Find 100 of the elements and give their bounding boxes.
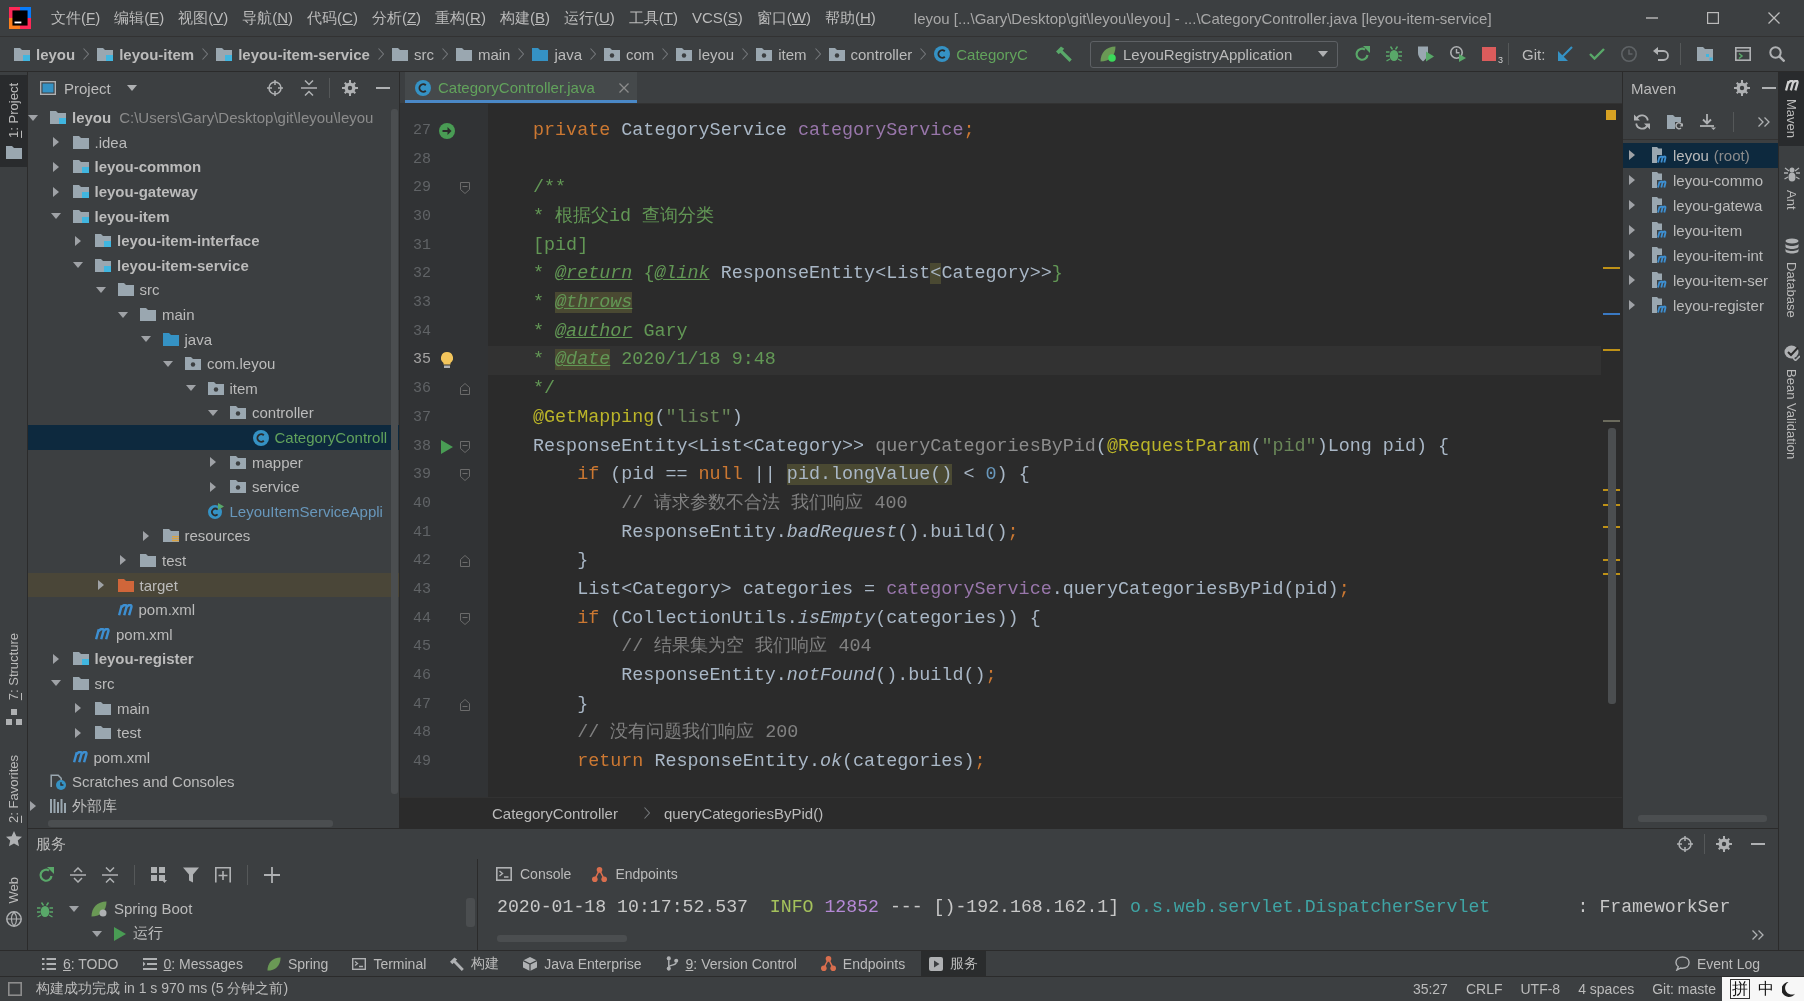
- tree-item[interactable]: com.leyou: [28, 351, 399, 377]
- menu-item[interactable]: VCS(S): [691, 8, 743, 28]
- menu-item[interactable]: 视图(V): [178, 8, 229, 28]
- search-icon[interactable]: [1769, 46, 1786, 62]
- tree-item[interactable]: java: [28, 326, 399, 352]
- breadcrumb[interactable]: CategoryC: [934, 45, 1028, 63]
- maximize-icon[interactable]: [1706, 12, 1719, 24]
- breadcrumb[interactable]: queryCategoriesByPid(): [663, 804, 824, 822]
- diagonal-arrow-icon[interactable]: [1557, 46, 1574, 62]
- tree-item[interactable]: resources: [28, 523, 399, 549]
- expand-arrow-icon[interactable]: [208, 409, 218, 416]
- tree-item[interactable]: leyou C:\Users\Gary\Desktop\git\leyou\leyou: [28, 105, 399, 131]
- expand-all-icon[interactable]: [70, 867, 86, 883]
- tree-item[interactable]: pom.xml: [28, 744, 399, 770]
- shield-run-icon[interactable]: [1418, 46, 1434, 62]
- breadcrumb[interactable]: leyou: [676, 45, 735, 63]
- tree-item[interactable]: item: [28, 376, 399, 401]
- tree-item[interactable]: leyou-item: [1623, 217, 1778, 243]
- breadcrumb[interactable]: main: [455, 45, 511, 63]
- rerun-icon[interactable]: [1354, 46, 1370, 62]
- tool-window-button[interactable]: Maven: [1779, 72, 1804, 147]
- expand-arrow-icon[interactable]: [28, 114, 38, 121]
- tool-window-button[interactable]: 2: Favorites: [0, 746, 27, 855]
- fold-marker-icon[interactable]: [460, 698, 470, 711]
- panel-title[interactable]: Project: [64, 79, 111, 97]
- crosshair-icon[interactable]: [267, 80, 283, 96]
- tree-item[interactable]: leyou-register: [1623, 292, 1778, 318]
- settings-icon[interactable]: [342, 80, 358, 96]
- expand-arrow-icon[interactable]: [118, 311, 128, 318]
- expand-arrow-icon[interactable]: [30, 801, 36, 812]
- tree-item[interactable]: .idea: [28, 130, 399, 155]
- tree-item[interactable]: leyou-item-interface: [28, 228, 399, 254]
- tool-window-button[interactable]: 7: Structure: [0, 625, 27, 733]
- expand-arrow-icon[interactable]: [75, 727, 81, 738]
- caret-icon[interactable]: [126, 85, 137, 91]
- tree-item[interactable]: 运行: [62, 921, 477, 946]
- tree-item[interactable]: Spring Boot: [62, 896, 477, 921]
- expand-arrow-icon[interactable]: [1629, 200, 1635, 210]
- app-logo-icon[interactable]: [9, 7, 31, 29]
- tree-item[interactable]: service: [28, 474, 399, 499]
- tree-item[interactable]: leyou-gatewa: [1623, 192, 1778, 218]
- terminal-icon[interactable]: [1735, 47, 1752, 61]
- undo-icon[interactable]: [1653, 47, 1670, 61]
- breadcrumb[interactable]: leyou: [14, 45, 76, 63]
- fold-marker-icon[interactable]: [460, 383, 470, 396]
- expand-arrow-icon[interactable]: [1629, 150, 1635, 160]
- expand-arrow-icon[interactable]: [1629, 275, 1635, 285]
- tree-item[interactable]: LeyouItemServiceAppli: [28, 499, 399, 524]
- breadcrumb[interactable]: item: [756, 45, 807, 63]
- settings-icon[interactable]: [1716, 836, 1732, 852]
- tool-window-button[interactable]: 构建: [442, 951, 508, 976]
- breadcrumb[interactable]: src: [391, 45, 434, 63]
- expand-arrow-icon[interactable]: [210, 457, 216, 468]
- settings-icon[interactable]: [1734, 80, 1750, 96]
- tool-window-button[interactable]: Terminal: [344, 951, 435, 976]
- expand-arrow-icon[interactable]: [97, 580, 104, 591]
- reload-icon[interactable]: [1634, 113, 1650, 130]
- tool-window-button[interactable]: 6: TODO: [34, 951, 127, 976]
- fold-marker-icon[interactable]: [460, 440, 470, 453]
- expand-arrow-icon[interactable]: [75, 235, 81, 246]
- tree-item[interactable]: leyou (root): [1623, 142, 1778, 168]
- menu-item[interactable]: 导航(N): [242, 8, 294, 28]
- hammer-icon[interactable]: [1056, 46, 1072, 62]
- bug-icon[interactable]: [1386, 46, 1402, 62]
- expand-arrow-icon[interactable]: [120, 555, 126, 566]
- expand-arrow-icon[interactable]: [140, 336, 151, 343]
- expand-arrow-icon[interactable]: [1629, 225, 1635, 235]
- expand-arrow-icon[interactable]: [52, 137, 59, 148]
- expand-arrow-icon[interactable]: [52, 653, 59, 664]
- tree-item[interactable]: test: [28, 548, 399, 573]
- tree-item[interactable]: 外部库: [28, 794, 399, 819]
- filter-icon[interactable]: [183, 867, 199, 883]
- tree-item[interactable]: leyou-gateway: [28, 179, 399, 204]
- scrollbar-thumb[interactable]: [1608, 428, 1616, 704]
- close-icon[interactable]: [1767, 12, 1780, 24]
- square-icon[interactable]: [8, 982, 22, 996]
- menu-item[interactable]: 构建(B): [499, 8, 550, 28]
- tool-window-button[interactable]: 0: Messages: [134, 951, 251, 976]
- breadcrumb[interactable]: CategoryController: [492, 804, 618, 822]
- fold-marker-icon[interactable]: [460, 469, 470, 482]
- console-tab[interactable]: Console: [496, 866, 572, 882]
- expand-arrow-icon[interactable]: [52, 162, 59, 172]
- tool-window-button[interactable]: 9: Version Control: [657, 951, 805, 976]
- breadcrumb[interactable]: leyou-item: [97, 45, 195, 63]
- breadcrumb[interactable]: java: [532, 45, 582, 63]
- editor-tab[interactable]: CategoryController.java: [405, 72, 637, 103]
- tree-item[interactable]: controller: [28, 400, 399, 426]
- expand-arrow-icon[interactable]: [1629, 250, 1635, 260]
- grid-icon[interactable]: [151, 867, 167, 883]
- folder-icon[interactable]: [1697, 47, 1714, 61]
- close-icon[interactable]: [618, 82, 629, 93]
- fold-marker-icon[interactable]: [460, 555, 470, 568]
- check-icon[interactable]: [1589, 48, 1606, 60]
- tree-item[interactable]: src: [28, 277, 399, 303]
- tool-window-button[interactable]: Endpoints: [812, 951, 914, 976]
- expand-arrow-icon[interactable]: [69, 905, 79, 912]
- tree-item[interactable]: leyou-item-ser: [1623, 267, 1778, 293]
- menu-item[interactable]: 重构(R): [435, 8, 486, 28]
- ime-key[interactable]: 中: [1758, 980, 1774, 998]
- tool-window-button[interactable]: Spring: [258, 951, 337, 976]
